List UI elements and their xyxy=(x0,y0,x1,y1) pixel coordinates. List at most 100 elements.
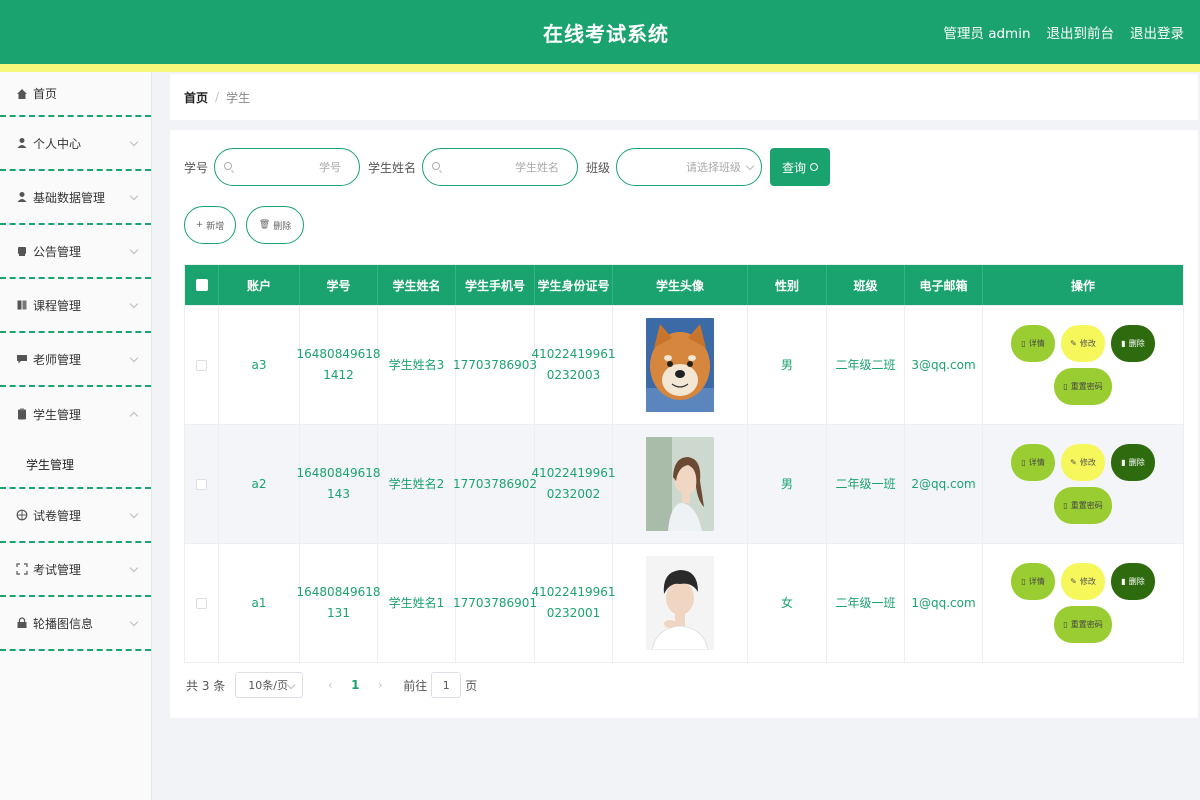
submenu-student-manage[interactable]: 学生管理 xyxy=(0,441,151,489)
delete-button[interactable]: ▮ 删除 xyxy=(1111,563,1155,600)
row-actions: ▯ 详情 ✎ 修改 ▮ 删除 ▯ 重置密码 xyxy=(1003,444,1163,524)
top-header: 在线考试系统 管理员 admin 退出到前台 退出登录 xyxy=(0,0,1200,64)
cell-student-no: 16480849618 131 xyxy=(297,544,381,662)
edit-label: 修改 xyxy=(1079,577,1096,586)
next-page-icon[interactable]: › xyxy=(369,678,391,692)
cell-id-card: 41022419961 0232001 xyxy=(532,544,616,662)
breadcrumb-home[interactable]: 首页 xyxy=(184,89,208,106)
col-email: 电子邮箱 xyxy=(905,265,983,305)
chevron-down-icon xyxy=(129,617,139,627)
edit-label: 修改 xyxy=(1079,339,1096,348)
reset-label: 重置密码 xyxy=(1070,382,1103,391)
trash-icon: ▮ xyxy=(1121,339,1126,348)
cell-email: 1@qq.com xyxy=(905,544,983,662)
delete-label: 删除 xyxy=(1128,458,1145,467)
sidebar-item-notice[interactable]: 公告管理 xyxy=(0,225,151,279)
row-checkbox[interactable] xyxy=(196,478,207,490)
cell-student-no: 16480849618 1412 xyxy=(296,306,381,424)
edit-button[interactable]: ✎ 修改 xyxy=(1061,325,1105,362)
girl-photo[interactable] xyxy=(646,437,714,531)
target-icon xyxy=(16,509,28,521)
id-line2: 0232001 xyxy=(546,606,601,620)
edit-button[interactable]: ✎ 修改 xyxy=(1061,444,1105,481)
cell-id-card: 41022419961 0232003 xyxy=(532,306,616,424)
clipboard-icon xyxy=(16,408,28,420)
sidebar-item-label: 课程管理 xyxy=(33,298,82,313)
class-select[interactable]: 请选择班级 xyxy=(616,148,763,186)
cell-avatar xyxy=(613,544,748,662)
chat-icon xyxy=(16,353,28,365)
sidebar-item-student[interactable]: 学生管理 xyxy=(0,387,151,441)
chevron-down-icon xyxy=(129,137,139,147)
sidebar-item-exam[interactable]: 考试管理 xyxy=(0,543,151,597)
cell-student-name: 学生姓名2 xyxy=(378,425,456,543)
detail-button[interactable]: ▯ 详情 xyxy=(1011,563,1055,600)
add-button[interactable]: + 新增 xyxy=(184,206,236,244)
student-no-input[interactable]: 学号 xyxy=(214,148,361,186)
goto-suffix: 页 xyxy=(465,678,478,693)
sidebar-item-profile[interactable]: 个人中心 xyxy=(0,117,151,171)
delete-label: 删除 xyxy=(1128,339,1145,348)
query-button[interactable]: 查询 xyxy=(770,148,831,186)
col-gender: 性别 xyxy=(748,265,827,305)
col-account: 账户 xyxy=(219,265,300,305)
back-to-front-link[interactable]: 退出到前台 xyxy=(1047,22,1115,42)
detail-button[interactable]: ▯ 详情 xyxy=(1011,325,1055,362)
student-no-line2: 1412 xyxy=(323,368,354,382)
search-bar: 学号 学号 学生姓名 学生姓名 班级 请选择班级 查询 xyxy=(184,148,831,186)
sidebar-item-carousel[interactable]: 轮播图信息 xyxy=(0,597,151,651)
student-name-input[interactable]: 学生姓名 xyxy=(422,148,579,186)
dog-photo[interactable] xyxy=(646,318,714,412)
home-icon xyxy=(16,88,28,100)
cell-gender: 男 xyxy=(748,425,827,543)
batch-delete-button[interactable]: 🗑 删除 xyxy=(246,206,304,244)
detail-button[interactable]: ▯ 详情 xyxy=(1011,444,1055,481)
edit-button[interactable]: ✎ 修改 xyxy=(1061,563,1105,600)
logout-link[interactable]: 退出登录 xyxy=(1130,22,1184,42)
cell-email: 3@qq.com xyxy=(905,306,983,424)
pencil-icon: ✎ xyxy=(1070,339,1077,348)
delete-button[interactable]: ▮ 删除 xyxy=(1111,444,1155,481)
sidebar-item-home[interactable]: 首页 xyxy=(0,72,151,117)
search-icon xyxy=(224,162,233,170)
select-all-checkbox[interactable] xyxy=(195,279,208,291)
reset-password-button[interactable]: ▯ 重置密码 xyxy=(1054,368,1112,405)
student-no-line1: 16480849618 xyxy=(296,347,381,361)
cell-student-name: 学生姓名1 xyxy=(378,544,456,662)
row-actions: ▯ 详情 ✎ 修改 ▮ 删除 ▯ 重置密码 xyxy=(1003,325,1163,405)
student-no-line2: 143 xyxy=(327,487,350,501)
row-checkbox[interactable] xyxy=(196,359,207,371)
document-icon: ▯ xyxy=(1063,501,1068,510)
prev-page-icon[interactable]: ‹ xyxy=(319,678,341,692)
col-phone: 学生手机号 xyxy=(456,265,535,305)
col-student-name: 学生姓名 xyxy=(378,265,456,305)
col-id-card: 学生身份证号 xyxy=(535,265,613,305)
detail-label: 详情 xyxy=(1028,458,1045,467)
document-icon: ▯ xyxy=(1021,458,1026,467)
col-avatar: 学生头像 xyxy=(613,265,748,305)
sidebar-item-paper[interactable]: 试卷管理 xyxy=(0,489,151,543)
cell-student-no: 16480849618 143 xyxy=(297,425,381,543)
boy-photo[interactable] xyxy=(646,556,714,650)
goto-page-input[interactable]: 1 xyxy=(431,672,462,698)
sidebar-item-teacher[interactable]: 老师管理 xyxy=(0,333,151,387)
sidebar-item-basic-data[interactable]: 基础数据管理 xyxy=(0,171,151,225)
page-number[interactable]: 1 xyxy=(341,678,369,692)
student-no-label: 学号 xyxy=(184,160,209,175)
search-icon xyxy=(810,163,819,171)
total-count: 共 3 条 xyxy=(186,678,226,693)
cell-account: a3 xyxy=(219,306,300,424)
detail-label: 详情 xyxy=(1028,577,1045,586)
delete-button[interactable]: ▮ 删除 xyxy=(1111,325,1155,362)
reset-password-button[interactable]: ▯ 重置密码 xyxy=(1054,487,1112,524)
page-size-select[interactable]: 10条/页 xyxy=(235,672,304,698)
sidebar-item-course[interactable]: 课程管理 xyxy=(0,279,151,333)
document-icon: ▯ xyxy=(1021,339,1026,348)
admin-user-label[interactable]: 管理员 admin xyxy=(943,22,1030,42)
sidebar-item-label: 试卷管理 xyxy=(33,508,82,523)
cell-operations: ▯ 详情 ✎ 修改 ▮ 删除 ▯ 重置密码 xyxy=(983,544,1183,662)
sidebar-item-label: 学生管理 xyxy=(33,407,82,422)
reset-password-button[interactable]: ▯ 重置密码 xyxy=(1054,606,1112,643)
add-button-label: 新增 xyxy=(206,221,225,232)
row-checkbox[interactable] xyxy=(196,597,207,609)
